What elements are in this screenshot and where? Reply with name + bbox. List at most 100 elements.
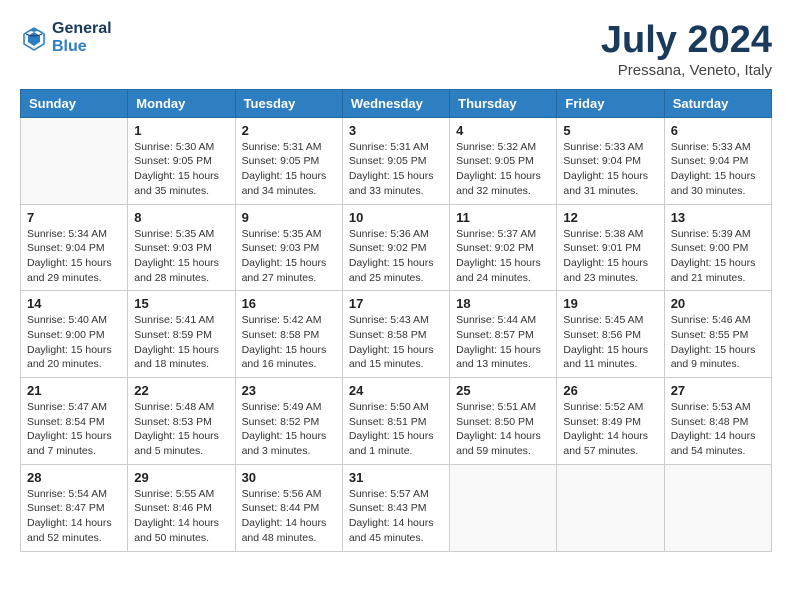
day-number: 28	[27, 470, 121, 485]
logo-icon	[20, 24, 48, 52]
day-number: 21	[27, 383, 121, 398]
calendar-cell: 2Sunrise: 5:31 AMSunset: 9:05 PMDaylight…	[235, 117, 342, 204]
day-number: 19	[563, 296, 657, 311]
day-number: 3	[349, 123, 443, 138]
weekday-header-friday: Friday	[557, 89, 664, 117]
day-info: Sunrise: 5:38 AMSunset: 9:01 PMDaylight:…	[563, 227, 657, 286]
day-number: 18	[456, 296, 550, 311]
calendar-cell: 13Sunrise: 5:39 AMSunset: 9:00 PMDayligh…	[664, 204, 771, 291]
calendar-cell: 4 Sunrise: 5:32 AMSunset: 9:05 PMDaylight…	[450, 117, 557, 204]
day-number: 22	[134, 383, 228, 398]
day-info: Sunrise: 5:49 AMSunset: 8:52 PMDaylight:…	[242, 400, 336, 459]
day-info: Sunrise: 5:53 AMSunset: 8:48 PMDaylight:…	[671, 400, 765, 459]
day-number: 23	[242, 383, 336, 398]
day-number: 9	[242, 210, 336, 225]
calendar-cell: 21 Sunrise: 5:47 AMSunset: 8:54 PMDayligh…	[21, 378, 128, 465]
calendar-cell	[664, 464, 771, 551]
calendar-week-4: 21 Sunrise: 5:47 AMSunset: 8:54 PMDayligh…	[21, 378, 772, 465]
weekday-header-saturday: Saturday	[664, 89, 771, 117]
day-number: 7	[27, 210, 121, 225]
day-number: 31	[349, 470, 443, 485]
day-number: 29	[134, 470, 228, 485]
calendar-cell: 18 Sunrise: 5:44 AMSunset: 8:57 PMDayligh…	[450, 291, 557, 378]
calendar-cell: 8 Sunrise: 5:35 AMSunset: 9:03 PMDaylight…	[128, 204, 235, 291]
day-info: Sunrise: 5:43 AMSunset: 8:58 PMDaylight:…	[349, 313, 443, 372]
calendar-cell: 5 Sunrise: 5:33 AMSunset: 9:04 PMDaylight…	[557, 117, 664, 204]
weekday-header-monday: Monday	[128, 89, 235, 117]
day-number: 27	[671, 383, 765, 398]
calendar-week-3: 14 Sunrise: 5:40 AMSunset: 9:00 PMDayligh…	[21, 291, 772, 378]
calendar-table: SundayMondayTuesdayWednesdayThursdayFrid…	[20, 89, 772, 552]
calendar-cell: 26 Sunrise: 5:52 AMSunset: 8:49 PMDayligh…	[557, 378, 664, 465]
calendar-cell: 28Sunrise: 5:54 AMSunset: 8:47 PMDayligh…	[21, 464, 128, 551]
day-info: Sunrise: 5:33 AMSunset: 9:04 PMDaylight:…	[563, 140, 657, 199]
day-info: Sunrise: 5:35 AMSunset: 9:03 PMDaylight:…	[242, 227, 336, 286]
calendar-week-2: 7 Sunrise: 5:34 AMSunset: 9:04 PMDaylight…	[21, 204, 772, 291]
day-number: 11	[456, 210, 550, 225]
location-subtitle: Pressana, Veneto, Italy	[601, 62, 772, 79]
calendar-cell: 3Sunrise: 5:31 AMSunset: 9:05 PMDaylight…	[342, 117, 449, 204]
calendar-header-row: SundayMondayTuesdayWednesdayThursdayFrid…	[21, 89, 772, 117]
day-info: Sunrise: 5:42 AMSunset: 8:58 PMDaylight:…	[242, 313, 336, 372]
day-info: Sunrise: 5:51 AMSunset: 8:50 PMDaylight:…	[456, 400, 550, 459]
day-number: 2	[242, 123, 336, 138]
day-number: 10	[349, 210, 443, 225]
day-info: Sunrise: 5:41 AMSunset: 8:59 PMDaylight:…	[134, 313, 228, 372]
day-info: Sunrise: 5:57 AMSunset: 8:43 PMDaylight:…	[349, 487, 443, 546]
day-info: Sunrise: 5:34 AMSunset: 9:04 PMDaylight:…	[27, 227, 121, 286]
page-header: General Blue July 2024 Pressana, Veneto,…	[20, 20, 772, 79]
calendar-cell: 30 Sunrise: 5:56 AMSunset: 8:44 PMDayligh…	[235, 464, 342, 551]
calendar-cell: 11 Sunrise: 5:37 AMSunset: 9:02 PMDayligh…	[450, 204, 557, 291]
calendar-cell	[450, 464, 557, 551]
calendar-cell: 16Sunrise: 5:42 AMSunset: 8:58 PMDayligh…	[235, 291, 342, 378]
day-number: 1	[134, 123, 228, 138]
calendar-cell: 22 Sunrise: 5:48 AMSunset: 8:53 PMDayligh…	[128, 378, 235, 465]
month-title: July 2024	[601, 20, 772, 62]
logo-line1: General	[52, 20, 112, 38]
day-number: 30	[242, 470, 336, 485]
day-number: 20	[671, 296, 765, 311]
day-number: 17	[349, 296, 443, 311]
weekday-header-wednesday: Wednesday	[342, 89, 449, 117]
calendar-cell: 10Sunrise: 5:36 AMSunset: 9:02 PMDayligh…	[342, 204, 449, 291]
day-info: Sunrise: 5:35 AMSunset: 9:03 PMDaylight:…	[134, 227, 228, 286]
calendar-cell: 20 Sunrise: 5:46 AMSunset: 8:55 PMDayligh…	[664, 291, 771, 378]
day-info: Sunrise: 5:56 AMSunset: 8:44 PMDaylight:…	[242, 487, 336, 546]
calendar-week-5: 28Sunrise: 5:54 AMSunset: 8:47 PMDayligh…	[21, 464, 772, 551]
calendar-cell: 17 Sunrise: 5:43 AMSunset: 8:58 PMDayligh…	[342, 291, 449, 378]
day-number: 6	[671, 123, 765, 138]
calendar-cell: 6 Sunrise: 5:33 AMSunset: 9:04 PMDaylight…	[664, 117, 771, 204]
day-number: 26	[563, 383, 657, 398]
calendar-cell: 14 Sunrise: 5:40 AMSunset: 9:00 PMDayligh…	[21, 291, 128, 378]
day-number: 4	[456, 123, 550, 138]
weekday-header-thursday: Thursday	[450, 89, 557, 117]
day-info: Sunrise: 5:40 AMSunset: 9:00 PMDaylight:…	[27, 313, 121, 372]
calendar-cell: 25 Sunrise: 5:51 AMSunset: 8:50 PMDayligh…	[450, 378, 557, 465]
day-number: 25	[456, 383, 550, 398]
calendar-cell: 29 Sunrise: 5:55 AMSunset: 8:46 PMDayligh…	[128, 464, 235, 551]
day-info: Sunrise: 5:50 AMSunset: 8:51 PMDaylight:…	[349, 400, 443, 459]
day-number: 15	[134, 296, 228, 311]
calendar-cell: 24 Sunrise: 5:50 AMSunset: 8:51 PMDayligh…	[342, 378, 449, 465]
day-number: 8	[134, 210, 228, 225]
day-info: Sunrise: 5:52 AMSunset: 8:49 PMDaylight:…	[563, 400, 657, 459]
day-number: 24	[349, 383, 443, 398]
calendar-cell: 7 Sunrise: 5:34 AMSunset: 9:04 PMDaylight…	[21, 204, 128, 291]
day-number: 14	[27, 296, 121, 311]
day-info: Sunrise: 5:30 AMSunset: 9:05 PMDaylight:…	[134, 140, 228, 199]
weekday-header-sunday: Sunday	[21, 89, 128, 117]
title-block: July 2024 Pressana, Veneto, Italy	[601, 20, 772, 79]
day-info: Sunrise: 5:48 AMSunset: 8:53 PMDaylight:…	[134, 400, 228, 459]
day-info: Sunrise: 5:44 AMSunset: 8:57 PMDaylight:…	[456, 313, 550, 372]
calendar-cell	[557, 464, 664, 551]
day-info: Sunrise: 5:55 AMSunset: 8:46 PMDaylight:…	[134, 487, 228, 546]
calendar-cell: 1 Sunrise: 5:30 AMSunset: 9:05 PMDaylight…	[128, 117, 235, 204]
day-info: Sunrise: 5:39 AMSunset: 9:00 PMDaylight:…	[671, 227, 765, 286]
calendar-cell	[21, 117, 128, 204]
day-info: Sunrise: 5:32 AMSunset: 9:05 PMDaylight:…	[456, 140, 550, 199]
day-info: Sunrise: 5:37 AMSunset: 9:02 PMDaylight:…	[456, 227, 550, 286]
day-info: Sunrise: 5:47 AMSunset: 8:54 PMDaylight:…	[27, 400, 121, 459]
day-number: 5	[563, 123, 657, 138]
day-info: Sunrise: 5:46 AMSunset: 8:55 PMDaylight:…	[671, 313, 765, 372]
day-info: Sunrise: 5:33 AMSunset: 9:04 PMDaylight:…	[671, 140, 765, 199]
